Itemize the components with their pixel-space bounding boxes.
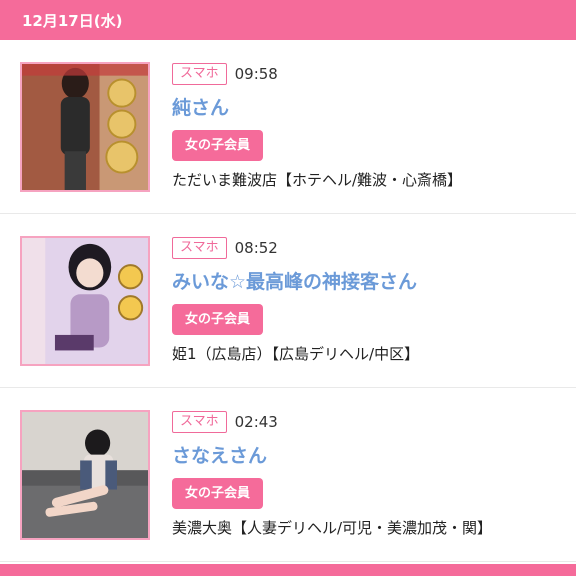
post-time: 09:58: [234, 65, 278, 83]
girl-photo-thumbnail[interactable]: [20, 410, 150, 540]
device-badge: スマホ: [172, 411, 227, 433]
device-badge: スマホ: [172, 63, 227, 85]
girl-name-link[interactable]: みいな☆最高峰の神接客さん: [172, 267, 564, 294]
shop-name[interactable]: ただいま難波店【ホテヘル/難波・心斎橋】: [172, 169, 564, 190]
shop-name[interactable]: 姫1（広島店）【広島デリヘル/中区】: [172, 343, 564, 364]
girl-name-link[interactable]: さなえさん: [172, 441, 564, 468]
girl-name-link[interactable]: 純さん: [172, 93, 564, 120]
member-badge-button[interactable]: 女の子会員: [172, 304, 264, 335]
date-label: 12月17日(水): [22, 11, 123, 30]
girl-photo-thumbnail[interactable]: [20, 62, 150, 192]
list-item[interactable]: スマホ 09:58 純さん 女の子会員 ただいま難波店【ホテヘル/難波・心斎橋】: [0, 40, 576, 214]
post-time: 08:52: [234, 239, 278, 257]
shop-name[interactable]: 美濃大奥【人妻デリヘル/可児・美濃加茂・関】: [172, 517, 564, 538]
member-badge-button[interactable]: 女の子会員: [172, 478, 264, 509]
list-item[interactable]: スマホ 08:52 みいな☆最高峰の神接客さん 女の子会員 姫1（広島店）【広島…: [0, 214, 576, 388]
next-section-bar: [0, 564, 576, 576]
member-badge-button[interactable]: 女の子会員: [172, 130, 264, 161]
date-header: 12月17日(水): [0, 0, 576, 40]
girl-photo-thumbnail[interactable]: [20, 236, 150, 366]
girl-photo-icon: [22, 64, 148, 190]
device-badge: スマホ: [172, 237, 227, 259]
list-item[interactable]: スマホ 02:43 さなえさん 女の子会員 美濃大奥【人妻デリヘル/可児・美濃加…: [0, 388, 576, 562]
girl-photo-icon: [22, 412, 148, 538]
post-time: 02:43: [234, 413, 278, 431]
girl-photo-icon: [22, 238, 148, 364]
